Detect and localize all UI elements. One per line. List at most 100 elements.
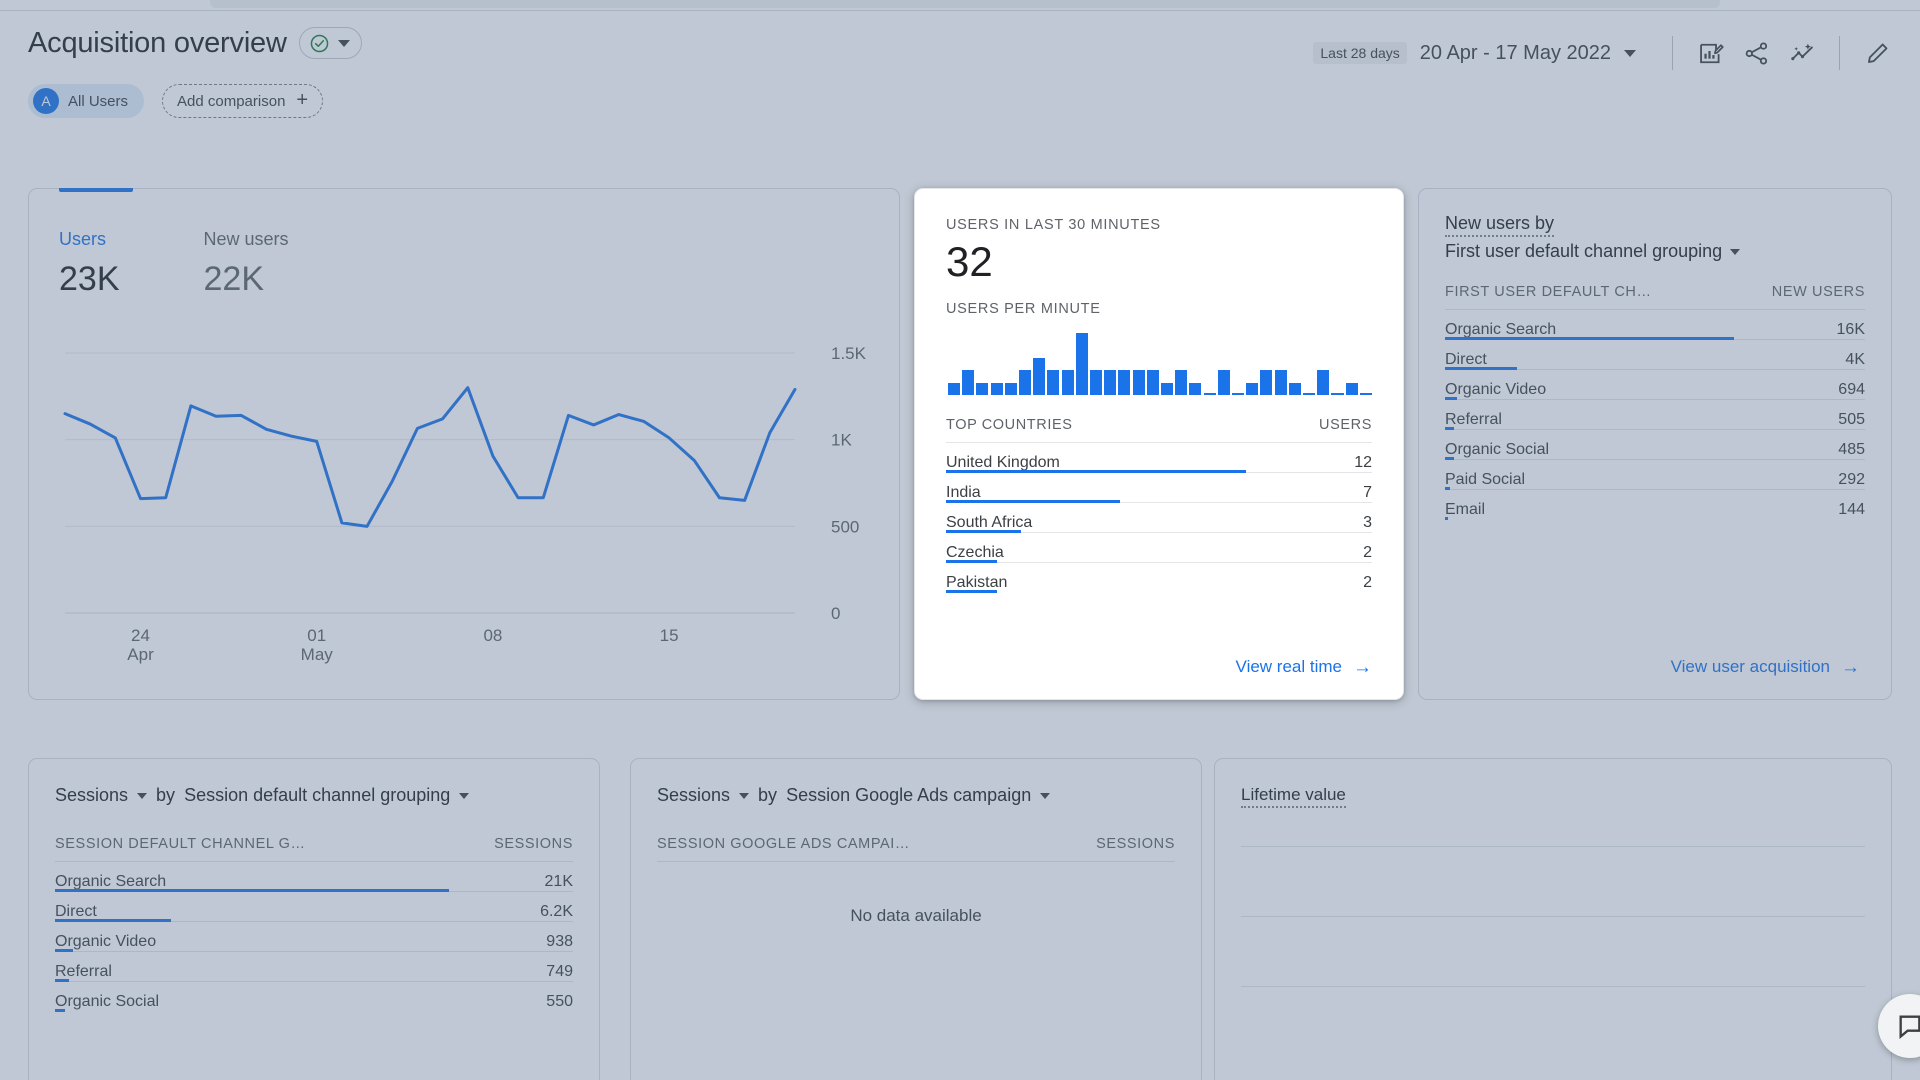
- table-row[interactable]: Czechia2: [946, 533, 1372, 563]
- channel-name: Organic Video: [1445, 370, 1734, 400]
- y-axis-tick-label: 0: [831, 604, 840, 623]
- insights-icon: [1789, 40, 1816, 67]
- status-badge[interactable]: [299, 27, 362, 59]
- y-axis-tick-label: 1K: [831, 431, 852, 450]
- edit-button[interactable]: [1854, 30, 1900, 76]
- table-row[interactable]: Organic Search16K: [1445, 310, 1865, 340]
- add-comparison-button[interactable]: Add comparison +: [162, 84, 323, 118]
- chart-edit-icon: [1697, 40, 1724, 67]
- new-users-table: FIRST USER DEFAULT CH… NEW USERS Organic…: [1445, 284, 1865, 519]
- metric-label: Sessions: [55, 785, 128, 805]
- y-axis-tick-label: 500: [831, 517, 859, 536]
- table-row[interactable]: Organic Social485: [1445, 430, 1865, 460]
- spark-bar: [1062, 370, 1074, 395]
- tab-new-users-value: 22K: [204, 260, 289, 299]
- comparison-row: A All Users Add comparison +: [28, 84, 323, 118]
- avatar: A: [33, 88, 59, 114]
- x-axis-tick-label: 24: [131, 626, 150, 645]
- spark-bar: [1189, 383, 1201, 395]
- col-sessions: SESSIONS: [1052, 836, 1175, 862]
- country-name: South Africa: [946, 503, 1246, 533]
- channel-value: 550: [449, 982, 573, 1012]
- all-users-label: All Users: [68, 93, 128, 110]
- spark-bar: [1019, 370, 1031, 395]
- table-header-row: SESSION GOOGLE ADS CAMPAI… SESSIONS: [657, 836, 1175, 862]
- metric-selector[interactable]: Sessions: [657, 785, 730, 806]
- table-row[interactable]: Direct4K: [1445, 340, 1865, 370]
- table-row[interactable]: Organic Video694: [1445, 370, 1865, 400]
- country-value: 7: [1246, 473, 1372, 503]
- dimension-selector[interactable]: Session Google Ads campaign: [786, 785, 1031, 806]
- new-users-dimension-selector[interactable]: First user default channel grouping: [1445, 241, 1865, 262]
- table-row[interactable]: India7: [946, 473, 1372, 503]
- tab-users[interactable]: Users 23K: [59, 189, 120, 299]
- x-axis-tick-label: 15: [660, 626, 679, 645]
- table-row[interactable]: Organic Video938: [55, 922, 573, 952]
- spark-bar: [1175, 370, 1187, 395]
- channel-value: 6.2K: [449, 892, 573, 922]
- add-comparison-label: Add comparison: [177, 93, 285, 110]
- channel-name: Organic Search: [55, 862, 449, 892]
- users-line-chart: 05001K1.5K24Apr01May0815: [55, 339, 875, 669]
- channel-value: 938: [449, 922, 573, 952]
- users-per-minute-label: USERS PER MINUTE: [946, 301, 1372, 317]
- spark-bar: [1033, 358, 1045, 395]
- header-actions: Last 28 days 20 Apr - 17 May 2022: [1313, 30, 1900, 76]
- share-button[interactable]: [1733, 30, 1779, 76]
- spark-bar: [1360, 393, 1372, 395]
- lifetime-value-title[interactable]: Lifetime value: [1241, 785, 1346, 808]
- table-row[interactable]: South Africa3: [946, 503, 1372, 533]
- table-row[interactable]: Referral749: [55, 952, 573, 982]
- channel-name: Organic Search: [1445, 310, 1734, 340]
- tab-new-users[interactable]: New users 22K: [204, 189, 289, 299]
- table-row[interactable]: Email144: [1445, 490, 1865, 520]
- date-range-selector[interactable]: Last 28 days 20 Apr - 17 May 2022: [1313, 42, 1636, 65]
- all-users-chip[interactable]: A All Users: [28, 84, 144, 118]
- channel-value: 144: [1734, 490, 1865, 520]
- spark-bar: [1346, 383, 1358, 395]
- users-line-chart-svg: 05001K1.5K24Apr01May0815: [55, 339, 875, 669]
- insights-button[interactable]: [1779, 30, 1825, 76]
- users-per-minute-bar-chart: [946, 333, 1372, 395]
- table-row[interactable]: Organic Search21K: [55, 862, 573, 892]
- by-label: by: [156, 785, 175, 806]
- sessions-channel-title: Sessions by Session default channel grou…: [55, 785, 573, 806]
- country-value: 2: [1246, 563, 1372, 593]
- channel-name: Referral: [1445, 400, 1734, 430]
- table-row[interactable]: Pakistan2: [946, 563, 1372, 593]
- new-users-dimension-label: First user default channel grouping: [1445, 241, 1722, 262]
- col-first-user-default-channel: FIRST USER DEFAULT CH…: [1445, 284, 1734, 310]
- chart-edit-button[interactable]: [1687, 30, 1733, 76]
- spark-bar: [1275, 370, 1287, 395]
- toolbar-divider: [1672, 36, 1673, 70]
- view-real-time-link[interactable]: View real time →: [1236, 657, 1372, 677]
- channel-name: Organic Social: [1445, 430, 1734, 460]
- spark-bar: [1317, 370, 1329, 395]
- col-new-users: NEW USERS: [1734, 284, 1865, 310]
- date-range-preset-label: Last 28 days: [1313, 42, 1406, 64]
- tab-users-label: Users: [59, 229, 120, 250]
- channel-value: 16K: [1734, 310, 1865, 340]
- view-user-acquisition-link[interactable]: View user acquisition →: [1671, 657, 1860, 677]
- table-row[interactable]: United Kingdom12: [946, 443, 1372, 473]
- metric-selector[interactable]: Sessions: [55, 785, 128, 806]
- table-row[interactable]: Organic Social550: [55, 982, 573, 1012]
- realtime-card: USERS IN LAST 30 MINUTES 32 USERS PER MI…: [914, 188, 1404, 700]
- date-range-value: 20 Apr - 17 May 2022: [1420, 42, 1611, 65]
- arrow-right-icon: →: [1841, 658, 1860, 677]
- new-users-body: Organic Search16KDirect4KOrganic Video69…: [1445, 310, 1865, 520]
- country-name: India: [946, 473, 1246, 503]
- spark-bar: [1147, 370, 1159, 395]
- channel-name: Organic Social: [55, 982, 449, 1012]
- new-users-card: New users by First user default channel …: [1418, 188, 1892, 700]
- dimension-selector[interactable]: Session default channel grouping: [184, 785, 450, 806]
- table-row[interactable]: Referral505: [1445, 400, 1865, 430]
- chevron-down-icon: [338, 40, 350, 47]
- spark-bar: [1246, 383, 1258, 395]
- new-users-title[interactable]: New users by: [1445, 213, 1554, 237]
- table-row[interactable]: Direct6.2K: [55, 892, 573, 922]
- top-countries-table: TOP COUNTRIES USERS United Kingdom12Indi…: [946, 417, 1372, 592]
- dimension-label: Session Google Ads campaign: [786, 785, 1031, 805]
- channel-value: 485: [1734, 430, 1865, 460]
- table-row[interactable]: Paid Social292: [1445, 460, 1865, 490]
